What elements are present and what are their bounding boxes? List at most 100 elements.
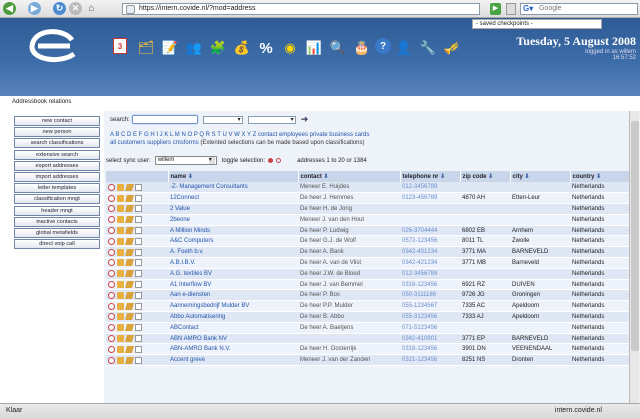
document-icon[interactable] <box>135 183 142 191</box>
document-icon[interactable] <box>135 259 142 267</box>
table-row[interactable]: -Z- Management Consultants Meneer E. Huij… <box>106 182 638 194</box>
cell-name[interactable]: ABN-AMRO Bank N.V. <box>168 343 298 356</box>
table-row[interactable]: ABContact De heer A. Baetjens 071-5123456 N… <box>106 322 638 334</box>
select-radio-icon[interactable] <box>108 324 115 332</box>
table-row[interactable]: A&C Computers De heer G.J. de Wolf 0572-12… <box>106 235 638 248</box>
note-icon[interactable] <box>125 356 134 364</box>
sort-icon[interactable]: ⬇ <box>487 174 493 180</box>
note-icon[interactable] <box>125 313 134 321</box>
cell-name[interactable]: Aannemingsbedrijf Mulder BV <box>168 300 298 313</box>
home-icon[interactable]: ⌂ <box>85 2 98 15</box>
sort-icon[interactable]: ⬇ <box>322 174 329 180</box>
document-icon[interactable] <box>135 194 142 202</box>
tools-icon[interactable]: 🧩 <box>207 38 229 58</box>
profile-icon[interactable]: 👤 <box>393 38 415 58</box>
note-icon[interactable] <box>125 205 134 213</box>
sidebar-button-classification-mngt[interactable]: classification mngt <box>14 194 100 205</box>
money-icon[interactable]: 💰 <box>231 38 253 58</box>
document-icon[interactable] <box>135 248 142 256</box>
select-radio-icon[interactable] <box>108 345 115 353</box>
table-row[interactable]: 2beone Meneer J. van den Hout Netherlands <box>106 214 638 226</box>
cell-name[interactable]: Aan e-diensten <box>168 289 298 302</box>
select-radio-icon[interactable] <box>108 281 115 289</box>
select-radio-icon[interactable] <box>108 216 115 224</box>
folder-icon[interactable]: 🗂 <box>135 38 157 58</box>
column-header-contact[interactable]: contact ⬇ <box>298 171 401 182</box>
trumpet-icon[interactable]: 🎺 <box>441 38 463 58</box>
back-icon[interactable]: ◀ <box>3 2 16 15</box>
note-icon[interactable] <box>125 302 134 310</box>
sort-icon[interactable]: ⬇ <box>595 174 601 180</box>
document-icon[interactable] <box>135 205 142 213</box>
table-row[interactable]: ABN-AMRO Bank N.V. De heer H. Oosterrijk 0… <box>106 343 638 356</box>
sidebar-button-direct-voip-call[interactable]: direct voip call <box>14 239 100 250</box>
note-icon[interactable] <box>125 259 134 267</box>
select-radio-icon[interactable] <box>108 183 115 191</box>
edit-icon[interactable] <box>117 259 124 267</box>
search-engine-input[interactable]: G▾ Google <box>520 3 638 15</box>
column-header-zip-code[interactable]: zip code ⬇ <box>460 171 511 182</box>
cell-name[interactable]: -Z- Management Consultants <box>168 182 298 194</box>
edit-icon[interactable] <box>117 183 124 191</box>
birthday-icon[interactable]: 🎂 <box>351 38 373 58</box>
sidebar-button-letter-templates[interactable]: letter templates <box>14 183 100 194</box>
document-icon[interactable] <box>135 313 142 321</box>
saved-checkpoints-select[interactable]: - saved checkpoints - <box>472 19 602 29</box>
cell-name[interactable]: A&C Computers <box>168 235 298 248</box>
note-icon[interactable] <box>125 194 134 202</box>
document-icon[interactable] <box>135 237 142 245</box>
url-bar[interactable]: https://intern.covide.nl/?mod=address <box>122 3 480 15</box>
select-radio-icon[interactable] <box>108 259 115 267</box>
table-row[interactable]: Aan e-diensten De heer P. Bos 050-3111186 9… <box>106 289 638 302</box>
table-row[interactable]: ABN AMRO Bank NV 0342-410901 3771 EP BARNEV… <box>106 333 638 345</box>
edit-icon[interactable] <box>117 205 124 213</box>
search-filter-select-1[interactable] <box>202 115 243 124</box>
notes-icon[interactable]: 📝 <box>159 38 181 58</box>
sidebar-button-search-classifications[interactable]: search classifications <box>14 138 100 149</box>
edit-icon[interactable] <box>117 324 124 332</box>
note-icon[interactable] <box>125 335 134 343</box>
note-icon[interactable] <box>125 291 134 299</box>
edit-icon[interactable] <box>117 356 124 364</box>
note-icon[interactable] <box>125 248 134 256</box>
cell-name[interactable]: Accent greve <box>168 354 298 367</box>
edit-icon[interactable] <box>117 302 124 310</box>
document-icon[interactable] <box>135 356 142 364</box>
sidebar-button-inactive-contacts[interactable]: inactive contacts <box>14 216 100 227</box>
cell-name[interactable]: 2 Value <box>168 203 298 215</box>
note-icon[interactable] <box>125 345 134 353</box>
edit-icon[interactable] <box>117 270 124 278</box>
sidebar-button-import-addresses[interactable]: import addresses <box>14 171 100 182</box>
select-radio-icon[interactable] <box>108 194 115 202</box>
cell-name[interactable]: Abbo Automatisering <box>168 311 298 323</box>
note-icon[interactable] <box>125 216 134 224</box>
sidebar-button-export-addresses[interactable]: export addresses <box>14 160 100 171</box>
select-radio-icon[interactable] <box>108 302 115 310</box>
document-icon[interactable] <box>135 335 142 343</box>
document-icon[interactable] <box>135 302 142 310</box>
calendar-icon[interactable]: 3 <box>113 38 127 54</box>
edit-icon[interactable] <box>117 216 124 224</box>
search-go-icon[interactable]: ➔ <box>301 114 309 125</box>
cell-name[interactable]: ABContact <box>168 322 298 334</box>
table-row[interactable]: Accent greve Meneer J. van der Zanden 0321… <box>106 354 638 367</box>
document-icon[interactable] <box>135 324 142 332</box>
cell-name[interactable]: ABN AMRO Bank NV <box>168 333 298 345</box>
stop-icon[interactable]: ✕ <box>69 2 82 15</box>
document-icon[interactable] <box>135 227 142 235</box>
table-row[interactable]: Aannemingsbedrijf Mulder BV De heer P.P. … <box>106 300 638 313</box>
sort-icon[interactable]: ⬇ <box>523 174 530 180</box>
table-row[interactable]: A1 Interflow BV De heer J. van Bemmel 0316… <box>106 279 638 291</box>
document-icon[interactable] <box>135 345 142 353</box>
toggle-off-radio[interactable] <box>276 158 282 163</box>
note-icon[interactable] <box>125 183 134 191</box>
table-row[interactable]: 12Connect De heer J. Hemmes 0123-456789 487… <box>106 192 638 205</box>
table-row[interactable]: 2 Value De heer H. de Jong Netherlands <box>106 203 638 215</box>
select-radio-icon[interactable] <box>108 237 115 245</box>
sidebar-button-new-contact[interactable]: new contact <box>14 116 100 126</box>
table-row[interactable]: A Million Minds De heer P. Ludwig 026-3704… <box>106 225 638 237</box>
select-radio-icon[interactable] <box>108 248 115 256</box>
search-input[interactable] <box>131 115 198 124</box>
select-radio-icon[interactable] <box>108 313 115 321</box>
go-button[interactable]: ▶ <box>490 3 501 15</box>
